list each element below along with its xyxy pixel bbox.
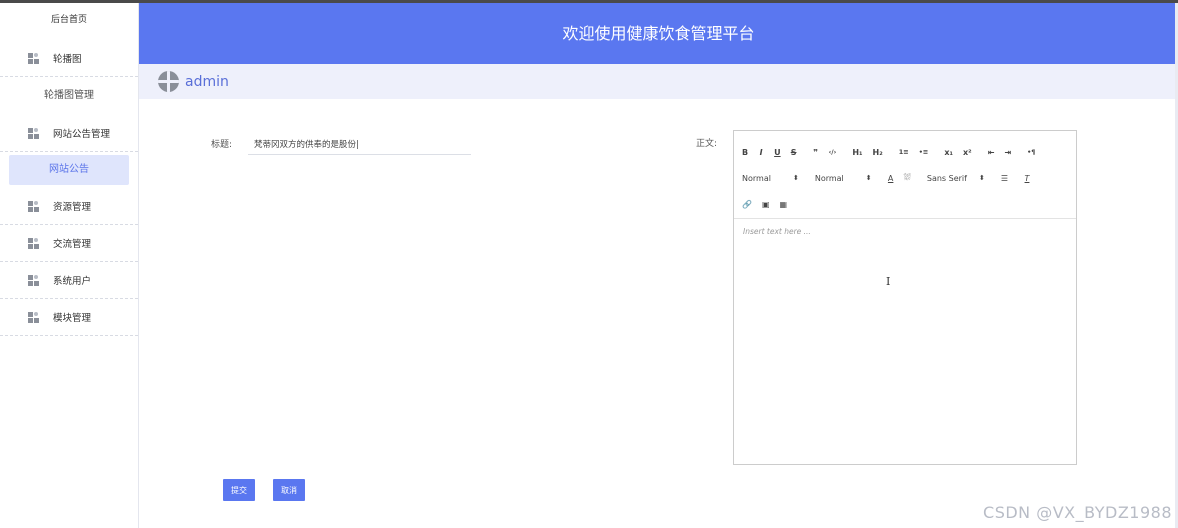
body-label: 正文: <box>696 139 718 149</box>
indent-button[interactable]: ⇥ <box>1004 148 1011 157</box>
sidebar-item-system-users[interactable]: 系统用户 <box>0 262 138 299</box>
watermark: CSDN @VX_BYDZ1988 <box>983 503 1172 522</box>
sidebar-item-home[interactable]: 后台首页 <box>0 3 138 40</box>
grid-icon <box>28 237 39 249</box>
font-family-value: Sans Serif <box>926 173 967 183</box>
grid-icon <box>28 52 39 64</box>
grid-icon <box>28 200 39 212</box>
title-input[interactable] <box>248 133 471 155</box>
bold-button[interactable]: B <box>742 148 748 157</box>
sidebar-item-label: 网站公告管理 <box>53 129 111 140</box>
sidebar-subitem-notice[interactable]: 网站公告 <box>9 155 129 185</box>
text-cursor-icon: I <box>886 275 891 288</box>
user-bar: admin <box>139 64 1178 99</box>
font-family-select[interactable]: Sans Serif ⬍ <box>927 174 985 183</box>
username[interactable]: admin <box>185 74 229 90</box>
page-title: 欢迎使用健康饮食管理平台 <box>139 3 1178 64</box>
subscript-button[interactable]: x₁ <box>944 148 953 157</box>
app-window: 后台首页 轮播图 轮播图管理 网站公告管理 网站公告 资源管理 交流管理 系统用… <box>0 0 1178 528</box>
cancel-button[interactable]: 取消 <box>273 479 305 501</box>
sidebar: 后台首页 轮播图 轮播图管理 网站公告管理 网站公告 资源管理 交流管理 系统用… <box>0 3 139 528</box>
sidebar-item-notice-manage[interactable]: 网站公告管理 <box>0 115 138 152</box>
header1-button[interactable]: H₁ <box>852 148 862 157</box>
notice-form: 标题: 正文: B I U S ❞ ‹/› H₁ H₂ 1≡ •≡ x₁ x² <box>145 104 1173 528</box>
sidebar-item-label: 系统用户 <box>53 276 92 287</box>
header-value: Normal <box>814 173 844 183</box>
image-icon[interactable]: ▣ <box>762 200 770 209</box>
select-arrow-icon: ⬍ <box>978 174 985 182</box>
avatar[interactable] <box>158 71 179 92</box>
font-size-select[interactable]: Normal ⬍ <box>742 174 799 183</box>
background-color-icon[interactable]: ⛆ <box>904 173 911 183</box>
underline-button[interactable]: U <box>774 148 781 157</box>
sidebar-item-label: 轮播图 <box>53 54 82 65</box>
select-arrow-icon: ⬍ <box>792 174 799 182</box>
rich-text-editor: B I U S ❞ ‹/› H₁ H₂ 1≡ •≡ x₁ x² ⇤ ⇥ •¶ N… <box>733 130 1077 465</box>
sidebar-item-carousel[interactable]: 轮播图 <box>0 40 138 77</box>
grid-icon <box>28 127 39 139</box>
bullet-list-button[interactable]: •≡ <box>919 148 929 156</box>
sidebar-item-label: 模块管理 <box>53 313 92 324</box>
sidebar-item-modules[interactable]: 模块管理 <box>0 299 138 336</box>
link-icon[interactable]: 🔗 <box>742 200 752 209</box>
sidebar-item-label: 交流管理 <box>53 239 92 250</box>
sidebar-subitem-carousel-manage[interactable]: 轮播图管理 <box>0 77 138 115</box>
sidebar-item-resource[interactable]: 资源管理 <box>0 188 138 225</box>
select-arrow-icon: ⬍ <box>865 174 872 182</box>
strike-button[interactable]: S <box>791 148 797 157</box>
header-select[interactable]: Normal ⬍ <box>815 174 872 183</box>
italic-button[interactable]: I <box>758 148 764 157</box>
title-label: 标题: <box>211 140 233 150</box>
submit-button[interactable]: 提交 <box>223 479 255 501</box>
clear-format-icon[interactable]: T <box>1024 174 1030 183</box>
superscript-button[interactable]: x² <box>963 148 972 157</box>
header2-button[interactable]: H₂ <box>873 148 883 157</box>
align-icon[interactable]: ☰ <box>1001 174 1008 183</box>
blockquote-button[interactable]: ❞ <box>813 148 819 157</box>
sidebar-item-label: 资源管理 <box>53 202 92 213</box>
code-block-button[interactable]: ‹/› <box>829 148 837 156</box>
video-icon[interactable]: ▦ <box>780 200 788 209</box>
color-button[interactable]: A <box>888 174 894 183</box>
grid-icon <box>28 274 39 286</box>
editor-content[interactable]: Insert text here ... <box>734 219 1076 244</box>
outdent-button[interactable]: ⇤ <box>988 148 995 157</box>
text-direction-button[interactable]: •¶ <box>1027 148 1035 156</box>
grid-icon <box>28 311 39 323</box>
ordered-list-button[interactable]: 1≡ <box>899 148 909 156</box>
font-size-value: Normal <box>742 173 771 183</box>
sidebar-item-exchange[interactable]: 交流管理 <box>0 225 138 262</box>
editor-toolbar: B I U S ❞ ‹/› H₁ H₂ 1≡ •≡ x₁ x² ⇤ ⇥ •¶ N… <box>734 131 1076 219</box>
